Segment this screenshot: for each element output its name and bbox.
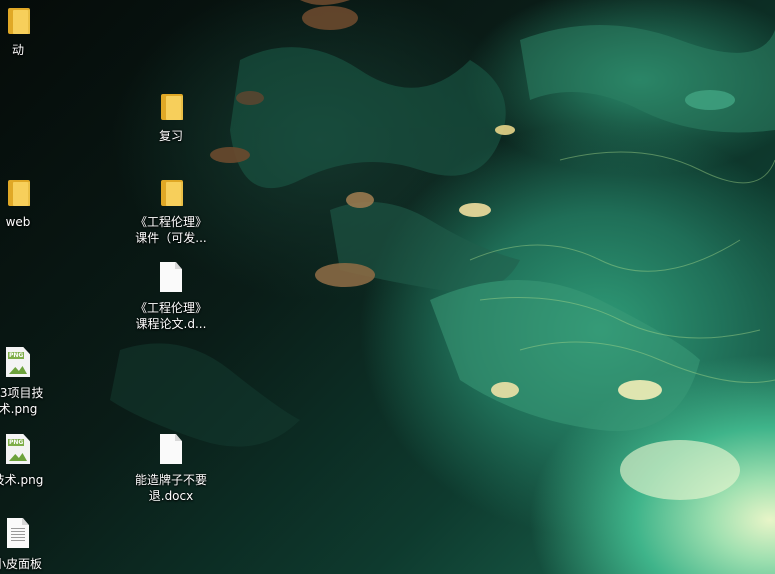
desktop-icon-label-line2: 课件（可发... (135, 231, 207, 245)
desktop-icon-doc-paper[interactable]: 《工程伦理》 课程论文.d... (131, 262, 211, 332)
desktop-icon-folder-web[interactable]: web (0, 176, 58, 230)
desktop-icon-png-e3[interactable]: PNG e3项目技 术.png (0, 347, 58, 417)
desktop-icon-folder-dong[interactable]: 动 (0, 4, 58, 58)
desktop-icon-label-line1: e3项目技 (0, 386, 44, 400)
desktop-icon-label: 技术.png (0, 473, 44, 487)
desktop-wallpaper (0, 0, 775, 574)
desktop-icon-label-line2: 术.png (0, 402, 38, 416)
desktop-icon-folder-fuxi[interactable]: 复习 (131, 90, 211, 144)
desktop-icon-png-jishu[interactable]: PNG 技术.png (0, 434, 58, 488)
folder-icon (155, 176, 187, 210)
desktop-icon-label-line2: 课程论文.d... (135, 317, 207, 331)
png-file-icon: PNG (2, 434, 34, 468)
desktop-icon-label: web (5, 215, 31, 229)
folder-icon (2, 176, 34, 210)
desktop-icon-xiaopi-panel[interactable]: 小皮面板 (0, 518, 58, 572)
desktop-icon-label-line2: 退.docx (148, 489, 194, 503)
desktop-icon-doc-sign[interactable]: 能造牌子不要 退.docx (131, 434, 211, 504)
desktop-icon-folder-courseware[interactable]: 《工程伦理》 课件（可发... (131, 176, 211, 246)
desktop-icon-label-line1: 能造牌子不要 (134, 473, 207, 487)
document-icon (2, 518, 34, 552)
folder-icon (155, 90, 187, 124)
png-file-icon: PNG (2, 347, 34, 381)
desktop-icon-label: 动 (11, 43, 24, 57)
desktop-icon-label: 小皮面板 (0, 557, 42, 571)
folder-icon (2, 4, 34, 38)
desktop-icon-label: 复习 (158, 129, 183, 143)
wallpaper-pattern (110, 0, 775, 500)
document-icon (155, 262, 187, 296)
desktop-icon-label-line1: 《工程伦理》 (134, 215, 207, 229)
document-icon (155, 434, 187, 468)
desktop-icon-label-line1: 《工程伦理》 (134, 301, 207, 315)
